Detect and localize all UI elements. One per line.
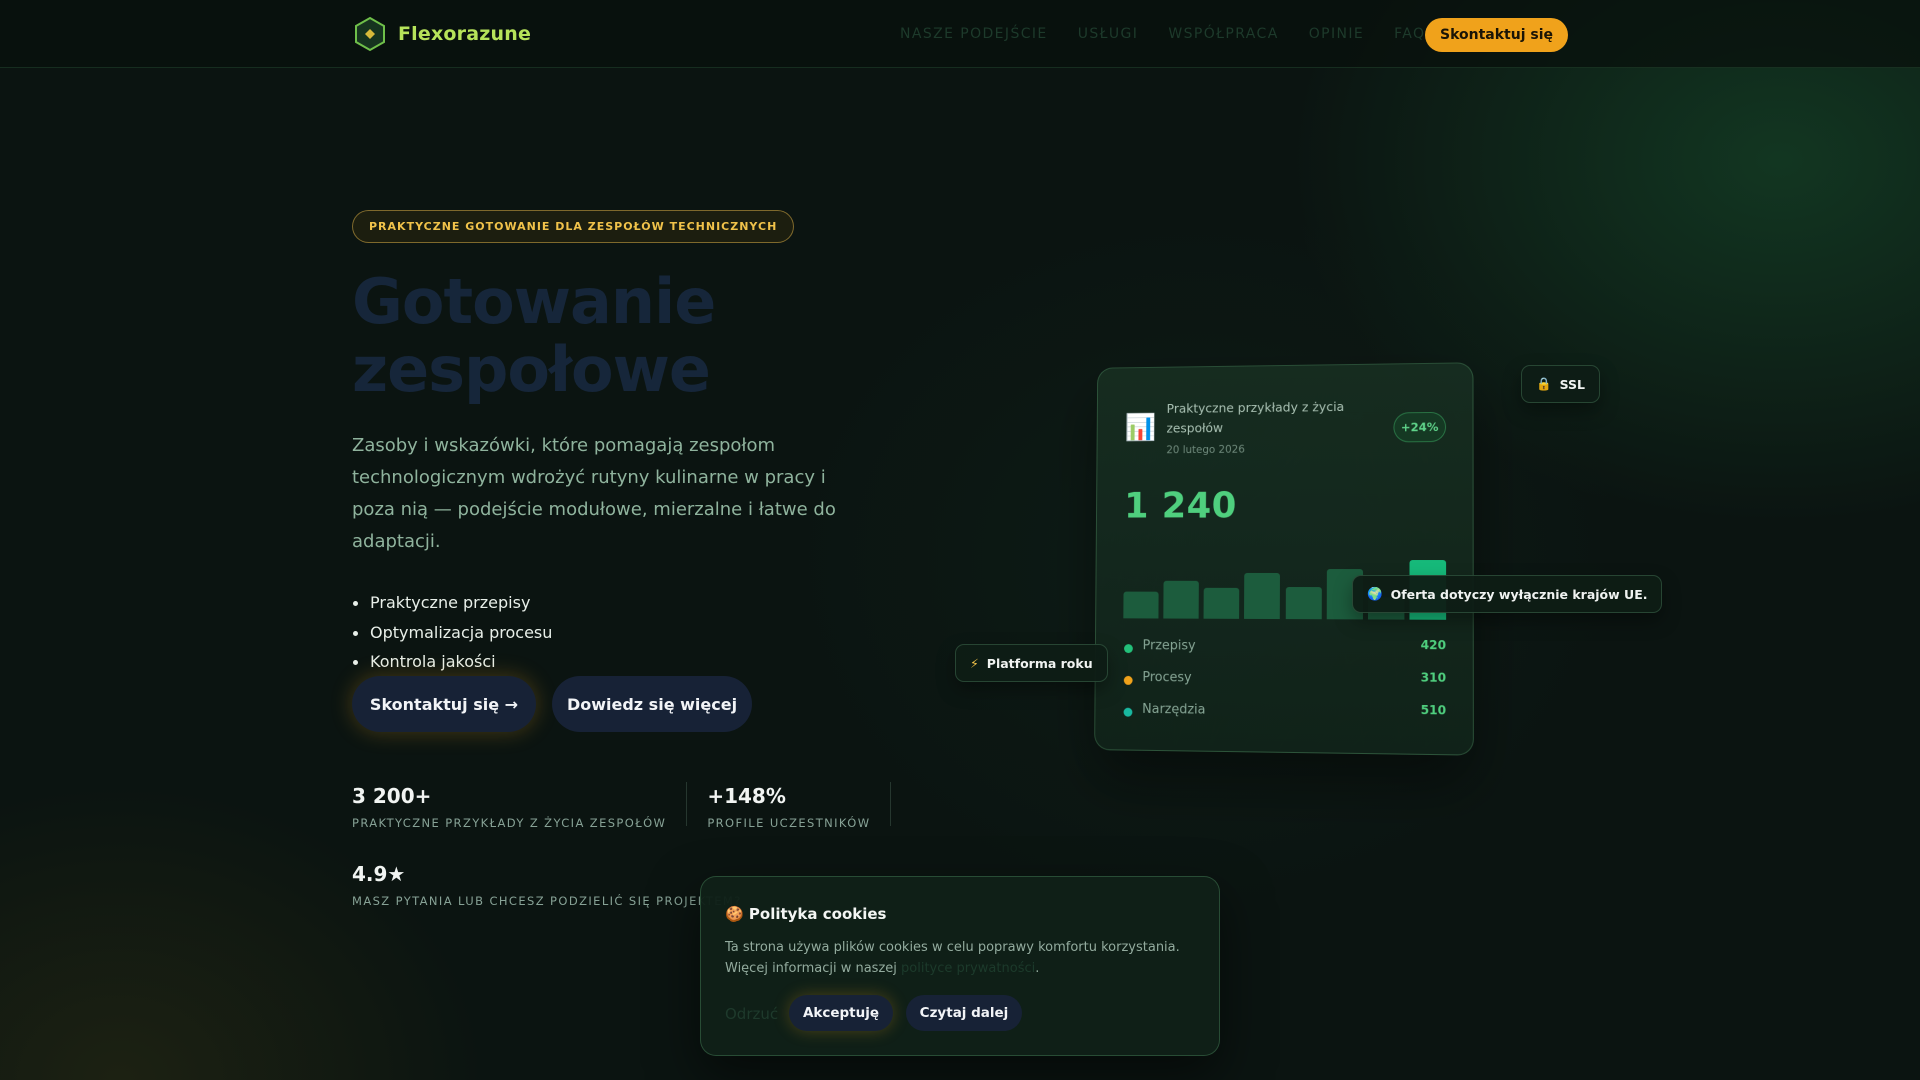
globe-icon: 🌍 <box>1367 586 1383 601</box>
cookie-banner: 🍪 Polityka cookies Ta strona używa plikó… <box>700 876 1220 1056</box>
legend-dot <box>1123 707 1133 717</box>
stat-label: PRAKTYCZNE PRZYKŁADY Z ŻYCIA ZESPOŁÓW <box>352 816 667 830</box>
stat-item: 3 200+ PRAKTYCZNE PRZYKŁADY Z ŻYCIA ZESP… <box>352 782 688 830</box>
stat-value: 4.9★ <box>352 862 406 886</box>
lightning-icon: ⚡ <box>970 655 979 671</box>
mini-chart-bar <box>1163 580 1199 619</box>
cookie-text-end: . <box>1035 961 1040 976</box>
stat-value: 3 200+ <box>352 784 432 808</box>
bar-chart-icon: 📊 <box>1124 413 1157 443</box>
legend-row: Narzędzia 510 <box>1122 698 1446 734</box>
cookie-read-more-button[interactable]: Czytaj dalej <box>906 995 1022 1031</box>
feature-item: Praktyczne przepisy <box>352 588 552 618</box>
top-navigation: Flexorazune NASZE PODEJŚCIE USŁUGI WSPÓŁ… <box>0 0 1920 68</box>
card-title: Praktyczne przykłady z życia zespołów <box>1166 398 1345 436</box>
mini-chart-bar <box>1244 572 1281 620</box>
learn-more-button[interactable]: Dowiedz się więcej <box>552 676 752 732</box>
legend-dot <box>1123 675 1133 685</box>
card-total-value: 1 240 <box>1124 485 1237 527</box>
eu-chip-text: Oferta dotyczy wyłącznie krajów UE. <box>1390 586 1648 602</box>
logo[interactable]: Flexorazune <box>352 16 531 52</box>
stats-card: 📊 Praktyczne przykłady z życia zespołów … <box>1094 362 1474 756</box>
cookie-reject-button[interactable]: Odrzuć <box>725 1005 778 1023</box>
privacy-policy-link[interactable]: polityce prywatności <box>901 961 1035 976</box>
nav-links: NASZE PODEJŚCIE USŁUGI WSPÓŁPRACA OPINIE… <box>900 26 1425 42</box>
stat-item: +148% PROFILE UCZESTNIKÓW <box>707 782 892 830</box>
eu-offer-chip: 🌍 Oferta dotyczy wyłącznie krajów UE. <box>1352 575 1663 613</box>
legend-value: 510 <box>1420 702 1447 718</box>
nav-contact-button[interactable]: Skontaktuj się <box>1425 18 1568 52</box>
hexagon-logo-icon <box>355 16 385 52</box>
mini-chart-bar <box>1285 587 1322 620</box>
hero-contact-button[interactable]: Skontaktuj się → <box>352 676 536 732</box>
mini-chart-bar <box>1203 587 1240 619</box>
ssl-chip-text: SSL <box>1559 376 1585 392</box>
card-legend: Przepisy 420 Procesy 310 Narzędzia 510 <box>1122 634 1446 734</box>
legend-row: Przepisy 420 <box>1123 634 1446 668</box>
cookie-accept-button[interactable]: Akceptuję <box>789 995 893 1031</box>
stats-row: 3 200+ PRAKTYCZNE PRZYKŁADY Z ŻYCIA ZESP… <box>352 782 911 830</box>
legend-label: Przepisy <box>1142 638 1196 654</box>
growth-badge: +24% <box>1393 411 1447 443</box>
feature-item: Kontrola jakości <box>352 647 552 677</box>
cookie-title: 🍪 Polityka cookies <box>725 905 887 923</box>
nav-link-cooperation[interactable]: WSPÓŁPRACA <box>1168 26 1278 42</box>
platform-award-chip: ⚡ Platforma roku <box>955 644 1108 682</box>
feature-item: Optymalizacja procesu <box>352 618 552 648</box>
feature-list: Praktyczne przepisy Optymalizacja proces… <box>352 588 552 677</box>
legend-label: Narzędzia <box>1142 701 1206 718</box>
stat-item: 4.9★ MASZ PYTANIA LUB CHCESZ PODZIELIĆ S… <box>352 860 742 908</box>
legend-row: Procesy 310 <box>1123 666 1446 701</box>
card-date: 20 lutego 2026 <box>1166 443 1245 457</box>
mini-chart-bar <box>1123 591 1159 619</box>
logo-text: Flexorazune <box>398 23 532 45</box>
platform-chip-text: Platforma roku <box>986 655 1093 671</box>
nav-link-services[interactable]: USŁUGI <box>1078 26 1139 42</box>
legend-value: 420 <box>1420 637 1447 653</box>
hero-subtitle: Zasoby i wskazówki, które pomagają zespo… <box>352 435 836 552</box>
nav-link-faq[interactable]: FAQ <box>1394 26 1425 42</box>
ssl-chip: 🔒 SSL <box>1521 365 1600 403</box>
legend-dot <box>1124 644 1133 654</box>
lock-icon: 🔒 <box>1536 376 1552 391</box>
stat-label: MASZ PYTANIA LUB CHCESZ PODZIELIĆ SIĘ PR… <box>352 894 742 908</box>
stat-label: PROFILE UCZESTNIKÓW <box>707 816 871 830</box>
hero-title: Gotowanie zespołowe <box>352 265 716 406</box>
nav-link-reviews[interactable]: OPINIE <box>1309 26 1364 42</box>
cookie-text: Ta strona używa plików cookies w celu po… <box>725 937 1205 979</box>
hero-badge: PRAKTYCZNE GOTOWANIE DLA ZESPOŁÓW TECHNI… <box>352 210 795 243</box>
nav-link-approach[interactable]: NASZE PODEJŚCIE <box>900 26 1048 42</box>
legend-label: Procesy <box>1142 670 1192 686</box>
stat-value: +148% <box>707 784 786 808</box>
legend-value: 310 <box>1420 670 1447 685</box>
